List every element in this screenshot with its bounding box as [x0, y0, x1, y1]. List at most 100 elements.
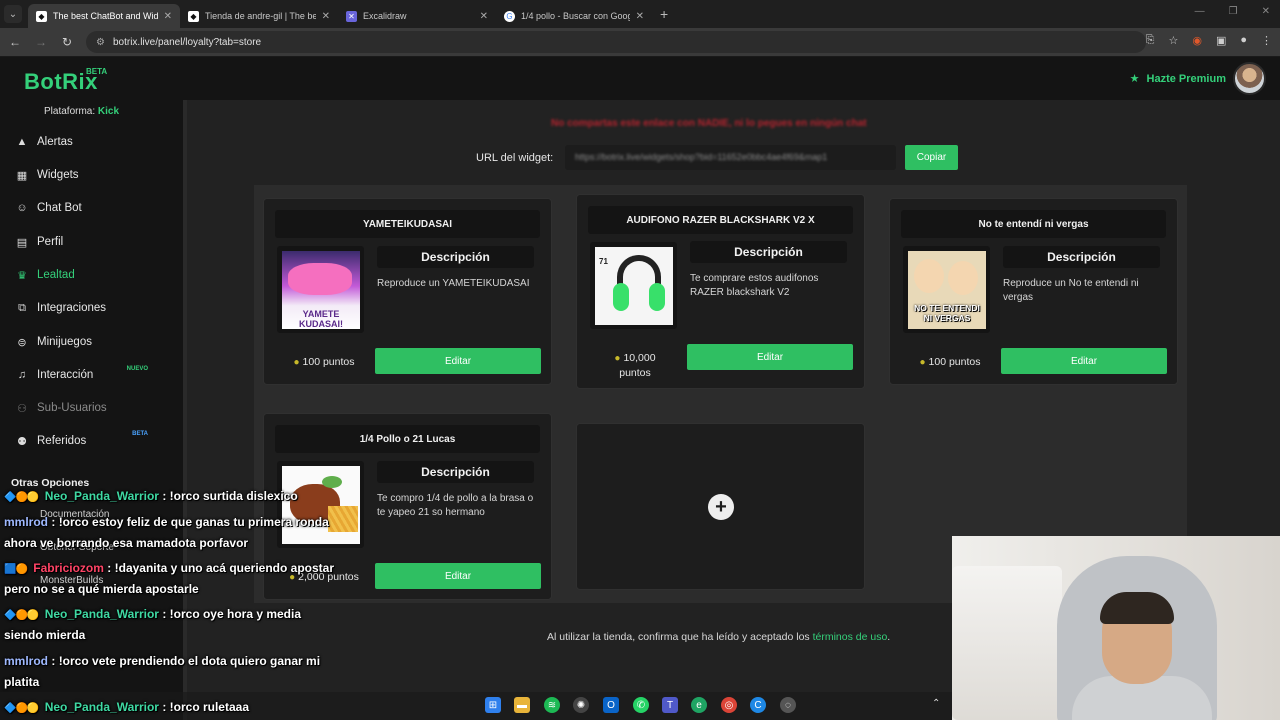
close-tab-icon[interactable]: ✕	[322, 11, 330, 22]
sidebar-item-perfil[interactable]: ▤ Perfil	[14, 232, 174, 252]
chatgpt-icon[interactable]: ✺	[573, 697, 589, 713]
plus-circle-icon[interactable]: +	[708, 494, 734, 520]
reload-icon[interactable]: ↻	[56, 35, 78, 49]
outlook-icon[interactable]: O	[603, 697, 619, 713]
chat-username: mmlrod	[4, 515, 49, 529]
app-icon[interactable]: C	[750, 697, 766, 713]
chat-username: Neo_Panda_Warrior	[44, 607, 159, 621]
sidebar-item-sub-usuarios[interactable]: ⚇ Sub-Usuarios	[14, 398, 174, 418]
sidebar-item-label: Referidos	[37, 435, 87, 447]
new-tab-icon[interactable]: +	[660, 6, 668, 22]
premium-link[interactable]: ★ Hazte Premium	[1130, 72, 1226, 85]
widget-url-field[interactable]: https://botrix.live/widgets/shop?bid=116…	[565, 145, 896, 170]
browser-tab-tienda[interactable]: ◆ Tienda de andre-gil | The best ✕	[180, 4, 338, 28]
google-favicon-icon: G	[504, 10, 515, 22]
chat-text: : !dayanita y uno acá queriendo apostar	[107, 561, 334, 575]
close-tab-icon[interactable]: ✕	[164, 11, 172, 22]
item-description: Reproduce un YAMETEIKUDASAI	[377, 278, 530, 289]
edit-button[interactable]: Editar	[375, 563, 541, 589]
browser-tab-bar: ⌄ ◆ The best ChatBot and Widgets ✕ ◆ Tie…	[0, 0, 1280, 28]
add-item-card[interactable]: +	[576, 423, 865, 590]
platform-value: Kick	[97, 106, 120, 117]
webcam-overlay	[952, 536, 1280, 720]
user-avatar[interactable]	[1233, 62, 1266, 95]
chat-username: Neo_Panda_Warrior	[44, 700, 159, 714]
chat-text: platita	[4, 675, 40, 689]
sidebar-item-minijuegos[interactable]: ⊜ Minijuegos	[14, 332, 174, 352]
chat-username: Neo_Panda_Warrior	[44, 489, 159, 503]
tab-title: Excalidraw	[363, 11, 407, 21]
sidebar-item-integraciones[interactable]: ⧉ Integraciones	[14, 298, 174, 318]
browser-tab-botrix[interactable]: ◆ The best ChatBot and Widgets ✕	[28, 4, 180, 28]
maximize-icon[interactable]: ❐	[1229, 6, 1238, 17]
close-tab-icon[interactable]: ✕	[480, 11, 488, 22]
botrix-favicon-icon: ◆	[188, 10, 199, 22]
extensions-puzzle-icon[interactable]: ▣	[1216, 34, 1226, 47]
copy-button[interactable]: Copiar	[905, 145, 958, 170]
edit-button[interactable]: Editar	[687, 344, 853, 370]
extension-icon[interactable]: ◉	[1192, 34, 1202, 47]
windows-start-icon[interactable]: ⊞	[485, 697, 501, 713]
app-header: BotRix BETA ★ Hazte Premium	[0, 57, 1280, 100]
sidebar-item-lealtad[interactable]: ♛ Lealtad	[14, 265, 174, 285]
sidebar-item-widgets[interactable]: ▦ Widgets	[14, 165, 174, 185]
spotify-icon[interactable]: ≋	[544, 697, 560, 713]
sidebar-item-alertas[interactable]: ▲ Alertas	[14, 132, 174, 152]
users-icon: ⚇	[17, 402, 27, 415]
close-window-icon[interactable]: ✕	[1262, 6, 1270, 17]
translate-icon[interactable]: ⎘	[1146, 34, 1155, 47]
browser-toolbar: ← → ↻ ⚙ botrix.live/panel/loyalty?tab=st…	[0, 28, 1280, 56]
browser-tab-excalidraw[interactable]: ✕ Excalidraw ✕	[338, 4, 496, 28]
chat-text: : !orco ruletaaa	[162, 700, 250, 714]
back-icon[interactable]: ←	[4, 35, 26, 49]
chrome-icon[interactable]: ◎	[721, 697, 737, 713]
terms-link[interactable]: términos de uso	[813, 631, 888, 643]
chat-message-continued: pero no se a qué mierda apostarle	[4, 582, 199, 596]
edit-button[interactable]: Editar	[375, 348, 541, 374]
sidebar-item-label: Alertas	[37, 136, 73, 148]
item-title: No te entendí ni vergas	[901, 210, 1166, 238]
platform-indicator: Plataforma: Kick	[44, 106, 119, 117]
browser-tab-google[interactable]: G 1/4 pollo - Buscar con Google ✕	[496, 4, 652, 28]
app-icon[interactable]: ◌	[780, 697, 796, 713]
widget-url-value: https://botrix.live/widgets/shop?bid=116…	[575, 152, 828, 162]
sidebar-item-interaccion[interactable]: ♫ Interacción NUEVO	[14, 365, 174, 385]
whatsapp-icon[interactable]: ✆	[633, 697, 649, 713]
minimize-icon[interactable]: —	[1195, 6, 1205, 17]
anime-character-shape	[288, 263, 352, 295]
sidebar-item-chat-bot[interactable]: ☺ Chat Bot	[14, 198, 174, 218]
botrix-favicon-icon: ◆	[36, 10, 47, 22]
chat-badges-icon: 🔷🟠🟡	[4, 610, 39, 621]
earcup-shape	[613, 283, 629, 311]
premium-label: Hazte Premium	[1146, 73, 1226, 85]
edit-button[interactable]: Editar	[1001, 348, 1167, 374]
site-info-icon[interactable]: ⚙	[96, 37, 105, 48]
address-bar[interactable]: ⚙ botrix.live/panel/loyalty?tab=store	[86, 31, 1146, 53]
store-item-card: AUDIFONO RAZER BLACKSHARK V2 X 71 Descri…	[576, 194, 865, 389]
new-badge: NUEVO	[126, 366, 148, 372]
file-explorer-icon[interactable]: ▬	[514, 697, 530, 713]
bookmark-star-icon[interactable]: ☆	[1168, 34, 1178, 47]
tray-chevron-icon[interactable]: ⌃	[932, 698, 940, 709]
close-tab-icon[interactable]: ✕	[636, 11, 644, 22]
tab-search-icon[interactable]: ⌄	[4, 5, 22, 23]
chat-badges-icon: 🔷🟠🟡	[4, 703, 39, 714]
teams-icon[interactable]: T	[662, 697, 678, 713]
sidebar-item-referidos[interactable]: ⚉ Referidos BETA	[14, 431, 174, 451]
menu-kebab-icon[interactable]: ⋮	[1261, 34, 1272, 47]
beta-badge: BETA	[86, 67, 108, 76]
fries-shape	[328, 506, 358, 532]
chat-message: 🟦🟠 Fabriciozom : !dayanita y uno acá que…	[4, 561, 334, 575]
edge-icon[interactable]: e	[691, 697, 707, 713]
sidebar-item-label: Lealtad	[37, 269, 75, 281]
profile-avatar-icon[interactable]: ●	[1240, 34, 1247, 47]
character-face-shape	[914, 259, 944, 293]
description-heading: Descripción	[377, 246, 534, 268]
other-options-title: Otras Opciones	[11, 477, 90, 489]
thumb-caption: 71	[599, 257, 608, 266]
tab-title: The best ChatBot and Widgets	[53, 11, 158, 21]
thumb-caption: YAMETE KUDASAI!	[299, 309, 343, 329]
store-item-card: No te entendí ni vergas NO TE ENTENDI NI…	[889, 198, 1178, 385]
forward-icon[interactable]: →	[30, 35, 52, 49]
description-heading: Descripción	[690, 241, 847, 263]
